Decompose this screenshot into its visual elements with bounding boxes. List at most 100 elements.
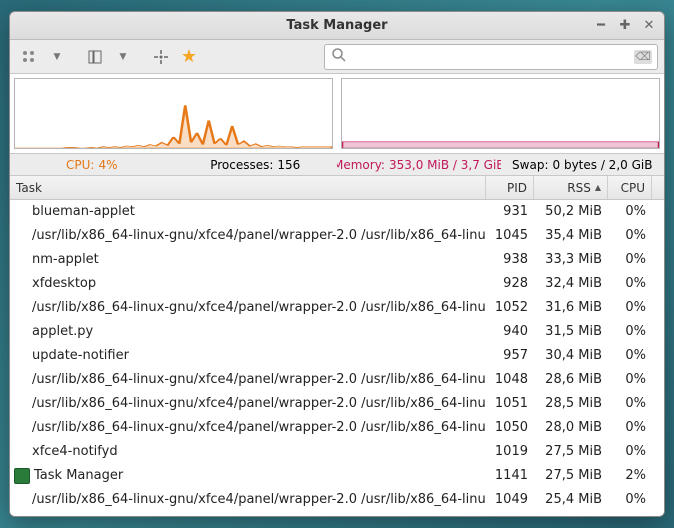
cell-rss: 32,4 MiB: [534, 276, 608, 291]
graphs-panel: [10, 74, 664, 154]
memory-graph: [341, 78, 660, 149]
cell-pid: 957: [486, 348, 534, 363]
cell-pid: 1051: [486, 396, 534, 411]
table-row[interactable]: blueman-applet93150,2 MiB0%: [10, 200, 664, 224]
cell-task: Task Manager: [10, 468, 486, 484]
table-row[interactable]: /usr/lib/x86_64-linux-gnu/xfce4/panel/wr…: [10, 488, 664, 512]
cell-rss: 33,3 MiB: [534, 252, 608, 267]
cell-rss: 31,5 MiB: [534, 324, 608, 339]
cpu-label: CPU:: [66, 158, 94, 172]
table-row[interactable]: xfce4-notifyd101927,5 MiB0%: [10, 440, 664, 464]
cpu-graph: [14, 78, 333, 149]
cell-rss: 28,6 MiB: [534, 372, 608, 387]
process-table: Task PID RSS▲ CPU blueman-applet93150,2 …: [10, 176, 664, 516]
memory-value: 353,0 MiB / 3,7 GiB: [389, 158, 501, 172]
table-row[interactable]: /usr/lib/x86_64-linux-gnu/xfce4/panel/wr…: [10, 296, 664, 320]
status-bar: CPU: 4% Processes: 156 Memory: 353,0 MiB…: [10, 154, 664, 176]
view-button[interactable]: [82, 44, 108, 70]
cell-task: /usr/lib/x86_64-linux-gnu/xfce4/panel/wr…: [10, 492, 486, 507]
table-row[interactable]: update-notifier95730,4 MiB0%: [10, 344, 664, 368]
table-row[interactable]: applet.py94031,5 MiB0%: [10, 320, 664, 344]
cell-cpu: 0%: [608, 444, 652, 459]
cell-cpu: 2%: [608, 468, 652, 483]
cell-rss: 28,0 MiB: [534, 420, 608, 435]
cell-task: update-notifier: [10, 348, 486, 363]
processes-status: Processes: 156: [174, 158, 338, 172]
cell-cpu: 0%: [608, 204, 652, 219]
cell-pid: 1049: [486, 492, 534, 507]
table-row[interactable]: /usr/lib/x86_64-linux-gnu/xfce4/panel/wr…: [10, 416, 664, 440]
table-row[interactable]: Task Manager114127,5 MiB2%: [10, 464, 664, 488]
column-task[interactable]: Task: [10, 176, 486, 199]
cell-task: /usr/lib/x86_64-linux-gnu/xfce4/panel/wr…: [10, 228, 486, 243]
cell-task: applet.py: [10, 324, 486, 339]
cell-rss: 27,5 MiB: [534, 444, 608, 459]
view-columns-icon: [87, 49, 103, 65]
swap-label: Swap:: [512, 158, 548, 172]
search-input[interactable]: [324, 44, 658, 70]
toolbar: ▼ ▼ ★ ⌫: [10, 40, 664, 74]
task-manager-window: Task Manager ━ ✚ ✕ ▼ ▼ ★ ⌫: [9, 11, 665, 517]
cell-pid: 1052: [486, 300, 534, 315]
table-row[interactable]: xfdesktop92832,4 MiB0%: [10, 272, 664, 296]
target-button[interactable]: [148, 44, 174, 70]
processes-label: Processes:: [210, 158, 273, 172]
settings-dropdown[interactable]: ▼: [44, 44, 70, 70]
cell-cpu: 0%: [608, 420, 652, 435]
cell-rss: 31,6 MiB: [534, 300, 608, 315]
window-controls: ━ ✚ ✕: [592, 17, 658, 35]
cell-cpu: 0%: [608, 396, 652, 411]
cell-pid: 931: [486, 204, 534, 219]
cell-task: /usr/lib/x86_64-linux-gnu/xfce4/panel/wr…: [10, 372, 486, 387]
column-cpu[interactable]: CPU: [608, 176, 652, 199]
sort-indicator-icon: ▲: [595, 183, 601, 192]
table-body[interactable]: blueman-applet93150,2 MiB0% /usr/lib/x86_…: [10, 200, 664, 516]
cell-pid: 938: [486, 252, 534, 267]
cell-cpu: 0%: [608, 276, 652, 291]
table-row[interactable]: /usr/lib/x86_64-linux-gnu/xfce4/panel/wr…: [10, 392, 664, 416]
cell-pid: 1141: [486, 468, 534, 483]
cpu-status: CPU: 4%: [10, 158, 174, 172]
column-pid[interactable]: PID: [486, 176, 534, 199]
swap-value: 0 bytes / 2,0 GiB: [553, 158, 653, 172]
cell-rss: 50,2 MiB: [534, 204, 608, 219]
cell-cpu: 0%: [608, 372, 652, 387]
cell-cpu: 0%: [608, 252, 652, 267]
cell-cpu: 0%: [608, 228, 652, 243]
cell-rss: 28,5 MiB: [534, 396, 608, 411]
cell-task: /usr/lib/x86_64-linux-gnu/xfce4/panel/wr…: [10, 420, 486, 435]
maximize-button[interactable]: ✚: [616, 17, 634, 35]
minimize-button[interactable]: ━: [592, 17, 610, 35]
cell-cpu: 0%: [608, 324, 652, 339]
close-button[interactable]: ✕: [640, 17, 658, 35]
cell-task: /usr/lib/x86_64-linux-gnu/xfce4/panel/wr…: [10, 396, 486, 411]
view-dropdown[interactable]: ▼: [110, 44, 136, 70]
cell-pid: 928: [486, 276, 534, 291]
column-scrollbar-spacer: [652, 176, 664, 199]
table-row[interactable]: /usr/lib/x86_64-linux-gnu/xfce4/panel/wr…: [10, 224, 664, 248]
favorite-button[interactable]: ★: [176, 44, 202, 70]
titlebar[interactable]: Task Manager ━ ✚ ✕: [10, 12, 664, 40]
settings-button[interactable]: [16, 44, 42, 70]
app-icon: [14, 468, 30, 484]
cell-cpu: 0%: [608, 348, 652, 363]
processes-value: 156: [277, 158, 300, 172]
cell-cpu: 0%: [608, 300, 652, 315]
swap-status: Swap: 0 bytes / 2,0 GiB: [501, 158, 665, 172]
settings-icon: [21, 49, 37, 65]
clear-search-icon[interactable]: ⌫: [634, 50, 652, 64]
cell-task: /usr/lib/x86_64-linux-gnu/xfce4/panel/wr…: [10, 300, 486, 315]
cell-rss: 35,4 MiB: [534, 228, 608, 243]
cell-pid: 1050: [486, 420, 534, 435]
cell-task: nm-applet: [10, 252, 486, 267]
table-row[interactable]: nm-applet93833,3 MiB0%: [10, 248, 664, 272]
search-container: ⌫: [324, 44, 658, 70]
memory-label: Memory:: [337, 158, 385, 172]
column-rss[interactable]: RSS▲: [534, 176, 608, 199]
search-icon: [331, 47, 347, 67]
cell-task: xfce4-notifyd: [10, 444, 486, 459]
table-row[interactable]: /usr/lib/x86_64-linux-gnu/xfce4/panel/wr…: [10, 368, 664, 392]
star-icon: ★: [181, 46, 197, 67]
memory-status: Memory: 353,0 MiB / 3,7 GiB: [337, 158, 501, 172]
cpu-value: 4%: [98, 158, 117, 172]
